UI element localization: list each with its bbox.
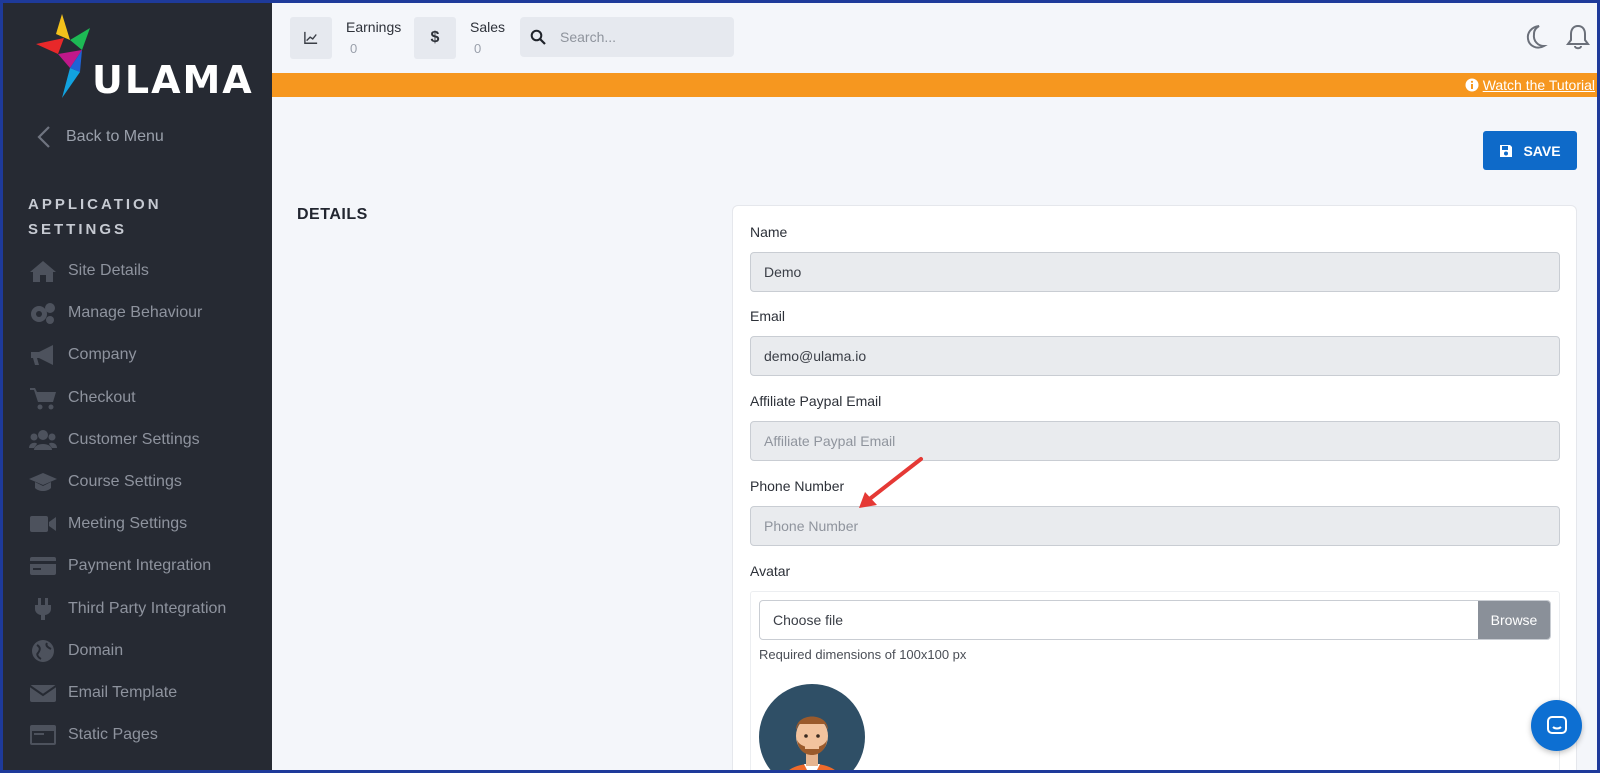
sidebar-item-label: Static Pages [68,726,158,744]
video-icon [28,511,58,537]
sidebar-item-checkout[interactable]: Checkout [28,377,268,419]
email-label: Email [750,308,786,324]
name-field[interactable] [750,252,1560,292]
avatar-label: Avatar [750,563,791,579]
annotation-arrow-icon [859,457,923,508]
dollar-icon: $ [414,17,456,59]
sidebar-item-label: Checkout [68,388,136,406]
earnings-value: 0 [350,41,358,56]
avatar-upload-box: Choose file Browse Required dimensions o… [750,591,1560,773]
earnings-stat[interactable]: Earnings 0 [290,17,401,59]
back-to-menu-label: Back to Menu [66,128,164,145]
sidebar-item-payment-integration[interactable]: Payment Integration [28,545,268,587]
sidebar-item-label: Email Template [68,683,178,701]
logo-text: ULAMA [92,58,254,102]
sidebar-item-label: Meeting Settings [68,515,188,533]
chat-launcher-button[interactable] [1531,700,1582,751]
tutorial-banner: Watch the Tutorial [272,73,1597,97]
sidebar-item-email-template[interactable]: Email Template [28,672,268,714]
chart-line-icon [290,17,332,59]
top-bar: Earnings 0 $ Sales 0 [272,3,1597,72]
dark-mode-moon-icon[interactable] [1523,23,1549,51]
sidebar-nav: Site Details Manage Behaviour Company Ch… [28,250,268,756]
affiliate-paypal-email-label: Affiliate Paypal Email [750,393,882,409]
sidebar-item-company[interactable]: Company [28,334,268,376]
search-icon [530,29,546,45]
save-label: SAVE [1523,142,1561,159]
graduation-cap-icon [28,469,58,495]
sidebar-item-label: Site Details [68,262,149,280]
globe-icon [28,638,58,664]
info-icon [1465,78,1479,92]
watch-tutorial-link[interactable]: Watch the Tutorial [1465,77,1595,93]
ulama-logo[interactable]: ULAMA [34,10,252,102]
browse-button[interactable]: Browse [1478,601,1550,639]
phone-number-label: Phone Number [750,478,845,494]
sidebar-item-label: Payment Integration [68,557,212,575]
bell-icon[interactable] [1565,23,1591,51]
sales-value: 0 [474,41,482,56]
save-button[interactable]: SAVE [1483,131,1577,170]
avatar-dimensions-hint: Required dimensions of 100x100 px [759,647,967,662]
sales-stat[interactable]: $ Sales 0 [414,17,505,59]
sidebar-item-domain[interactable]: Domain [28,630,268,672]
users-icon [28,427,58,453]
sidebar-item-meeting-settings[interactable]: Meeting Settings [28,503,268,545]
sidebar-item-site-details[interactable]: Site Details [28,250,268,292]
earnings-label: Earnings [346,19,402,35]
sidebar: ULAMA Back to Menu APPLICATION SETTINGS … [0,0,272,773]
avatar-image [759,684,865,773]
sidebar-item-customer-settings[interactable]: Customer Settings [28,419,268,461]
sidebar-section-title: APPLICATION SETTINGS [28,196,162,238]
cart-icon [28,385,58,411]
gears-icon [28,300,58,326]
plug-icon [28,596,58,622]
back-to-menu-link[interactable]: Back to Menu [34,124,164,150]
search-box [520,17,734,57]
chevron-left-icon [37,126,50,148]
sidebar-item-label: Domain [68,641,124,659]
sidebar-item-label: Course Settings [68,473,182,491]
avatar-file-input[interactable]: Choose file Browse [759,600,1551,640]
home-icon [28,258,58,284]
sales-label: Sales [470,19,506,35]
details-section-title: DETAILS [297,206,368,223]
sidebar-item-label: Manage Behaviour [68,304,203,322]
window-icon [28,722,58,748]
credit-card-icon [28,553,58,579]
sidebar-item-manage-behaviour[interactable]: Manage Behaviour [28,292,268,334]
file-chosen-text: Choose file [773,612,844,628]
sidebar-item-label: Third Party Integration [68,599,227,617]
sidebar-item-label: Company [68,346,137,364]
sidebar-item-third-party-integration[interactable]: Third Party Integration [28,588,268,630]
megaphone-icon [28,342,58,368]
chat-icon [1546,715,1567,734]
sidebar-item-label: Customer Settings [68,430,200,448]
envelope-icon [28,680,58,706]
email-field[interactable] [750,336,1560,376]
watch-tutorial-label: Watch the Tutorial [1482,77,1595,93]
floppy-disk-icon [1500,144,1513,157]
sidebar-item-course-settings[interactable]: Course Settings [28,461,268,503]
name-label: Name [750,224,788,240]
sidebar-item-static-pages[interactable]: Static Pages [28,714,268,756]
search-input[interactable] [560,29,710,45]
